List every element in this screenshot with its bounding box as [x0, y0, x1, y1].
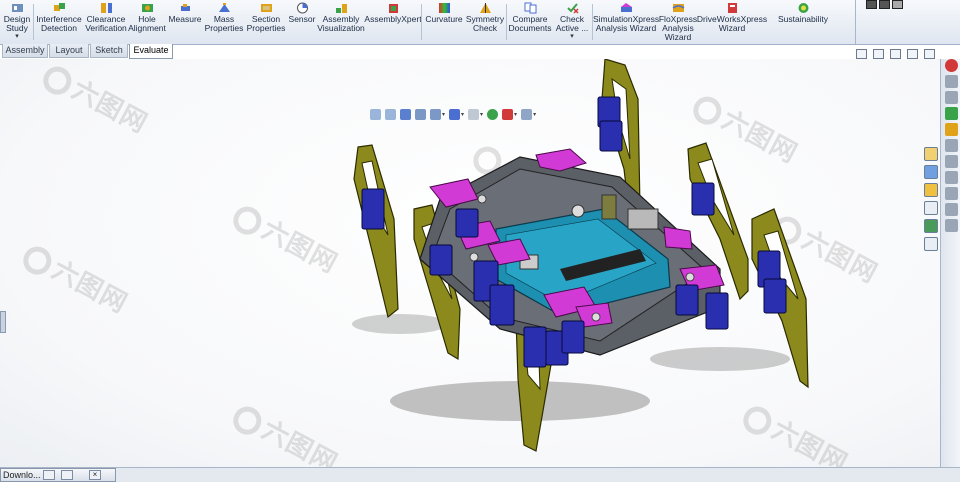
custom-properties-pane-icon[interactable] [945, 139, 958, 152]
driveworksxpress-button[interactable]: DriveWorksXpress Wizard [697, 2, 767, 43]
download-tab[interactable]: Downlo... × [0, 468, 116, 482]
floxpress-icon [672, 4, 684, 12]
tab-evaluate[interactable]: Evaluate [129, 44, 173, 59]
folder-icon[interactable] [924, 183, 938, 197]
pane-settings-icon[interactable] [945, 219, 958, 232]
appearances-scenes-icon[interactable] [945, 123, 958, 136]
command-manager-ribbon: Design Study ▾ Interference Detection Cl… [0, 0, 960, 45]
search-icon[interactable] [945, 203, 958, 216]
close-icon[interactable] [924, 49, 935, 59]
design-library-icon[interactable] [945, 75, 958, 88]
hole-alignment-button[interactable]: Hole Alignment [128, 2, 166, 43]
mass-properties-button[interactable]: Mass Properties [204, 2, 244, 43]
previous-view-icon[interactable] [400, 108, 411, 120]
check-active-dropdown-icon[interactable]: ▾ [570, 33, 574, 40]
status-bar [0, 467, 960, 482]
task-pane [940, 59, 960, 479]
tab-sketch[interactable]: Sketch [90, 44, 128, 58]
simulationxpress-icon [620, 3, 632, 12]
graphics-area[interactable]: 六图网 六图网 六图网 六图网 六图网 六图网 六图网 六图网 [0, 59, 940, 482]
hole-alignment-icon [141, 4, 153, 12]
sustainability-button[interactable]: Sustainability [776, 2, 830, 43]
symmetry-check-button[interactable]: Symmetry Check [466, 2, 504, 43]
view-settings-icon[interactable] [521, 108, 533, 120]
tab-close-icon[interactable]: × [89, 470, 101, 480]
tab-restore-icon[interactable] [43, 470, 55, 480]
symmetry-check-icon [479, 3, 491, 13]
simulationxpress-button[interactable]: SimulationXpress Analysis Wizard [593, 2, 659, 43]
compare-documents-icon [524, 2, 536, 14]
view-palette-icon[interactable] [945, 107, 958, 120]
file-explorer-pane-icon[interactable] [945, 91, 958, 104]
render-tools-icons [866, 0, 916, 9]
check-active-icon [566, 3, 579, 14]
design-study-button[interactable]: Design Study ▾ [2, 2, 32, 43]
assemblyxpert-button[interactable]: AssemblyXpert [364, 2, 422, 43]
floxpress-button[interactable]: FloXpress Analysis Wizard [658, 2, 698, 43]
sensor-icon [296, 2, 308, 14]
cascade-icon[interactable] [873, 49, 884, 59]
3d-content-icon[interactable] [945, 187, 958, 200]
model-shadow [650, 347, 790, 371]
command-manager-tabs: Assembly Layout Sketch Evaluate [0, 44, 960, 59]
solidworks-resources-icon[interactable] [945, 59, 958, 72]
feature-manager-expand-handle[interactable] [0, 311, 6, 333]
design-study-dropdown-icon[interactable]: ▾ [15, 33, 19, 40]
display-style-icon[interactable] [449, 108, 461, 120]
design-study-icon [11, 4, 23, 12]
clearance-verification-icon [100, 3, 112, 13]
curvature-icon [438, 3, 450, 13]
custom-properties-icon[interactable] [924, 237, 938, 251]
document-window-controls [856, 49, 935, 59]
section-view-icon[interactable] [415, 108, 426, 120]
assembly-visualization-button[interactable]: Assembly Visualization [317, 2, 365, 43]
toolbox-icon[interactable] [945, 171, 958, 184]
minimize-icon[interactable] [890, 49, 901, 59]
download-tab-label: Downlo... [3, 470, 41, 480]
driveworksxpress-icon [727, 3, 737, 13]
curvature-button[interactable]: Curvature [424, 2, 464, 43]
assembly-visualization-icon [335, 4, 347, 13]
edit-appearance-icon[interactable] [487, 108, 499, 120]
file-explorer-icon[interactable] [924, 201, 938, 215]
apply-scene-icon[interactable] [502, 108, 514, 120]
restore-icon[interactable] [907, 49, 918, 59]
view-orientation-icon[interactable] [430, 108, 441, 120]
forum-icon[interactable] [945, 155, 958, 168]
camera-icon[interactable] [866, 0, 877, 9]
ribbon-separator [33, 4, 34, 40]
zoom-to-fit-icon[interactable] [370, 108, 381, 120]
zoom-to-area-icon[interactable] [385, 108, 396, 120]
evaluate-tools-group: Design Study ▾ Interference Detection Cl… [0, 0, 856, 45]
ribbon-separator [506, 4, 507, 40]
check-active-document-button[interactable]: Check Active ... ▾ [554, 2, 590, 43]
measure-button[interactable]: Measure [168, 2, 202, 43]
model-shadow [352, 314, 448, 334]
section-properties-icon [260, 4, 272, 12]
appearances-icon[interactable] [924, 219, 938, 233]
heads-up-view-toolbar: ▾ ▾ ▾ ▾ ▾ [370, 106, 570, 122]
compare-documents-button[interactable]: Compare Documents [508, 2, 552, 43]
home-icon[interactable] [924, 147, 938, 161]
interference-detection-icon [53, 3, 65, 11]
hide-show-items-icon[interactable] [468, 108, 480, 120]
render-icon[interactable] [892, 0, 903, 9]
tab-minimize-icon[interactable] [61, 470, 73, 480]
photo-icon[interactable] [879, 0, 890, 9]
view-palette-icons [922, 147, 940, 255]
assemblyxpert-icon [388, 4, 398, 13]
sensor-button[interactable]: Sensor [288, 2, 316, 43]
measure-icon [180, 4, 190, 11]
tools-icon[interactable] [924, 165, 938, 179]
interference-detection-button[interactable]: Interference Detection [36, 2, 82, 43]
sustainability-icon [798, 3, 808, 13]
tab-assembly[interactable]: Assembly [2, 44, 48, 58]
leg-left-back [353, 144, 399, 319]
ribbon-separator [421, 4, 422, 40]
section-properties-button[interactable]: Section Properties [246, 2, 286, 43]
mass-properties-icon [218, 3, 230, 12]
tile-icon[interactable] [856, 49, 867, 59]
clearance-verification-button[interactable]: Clearance Verification [84, 2, 128, 43]
